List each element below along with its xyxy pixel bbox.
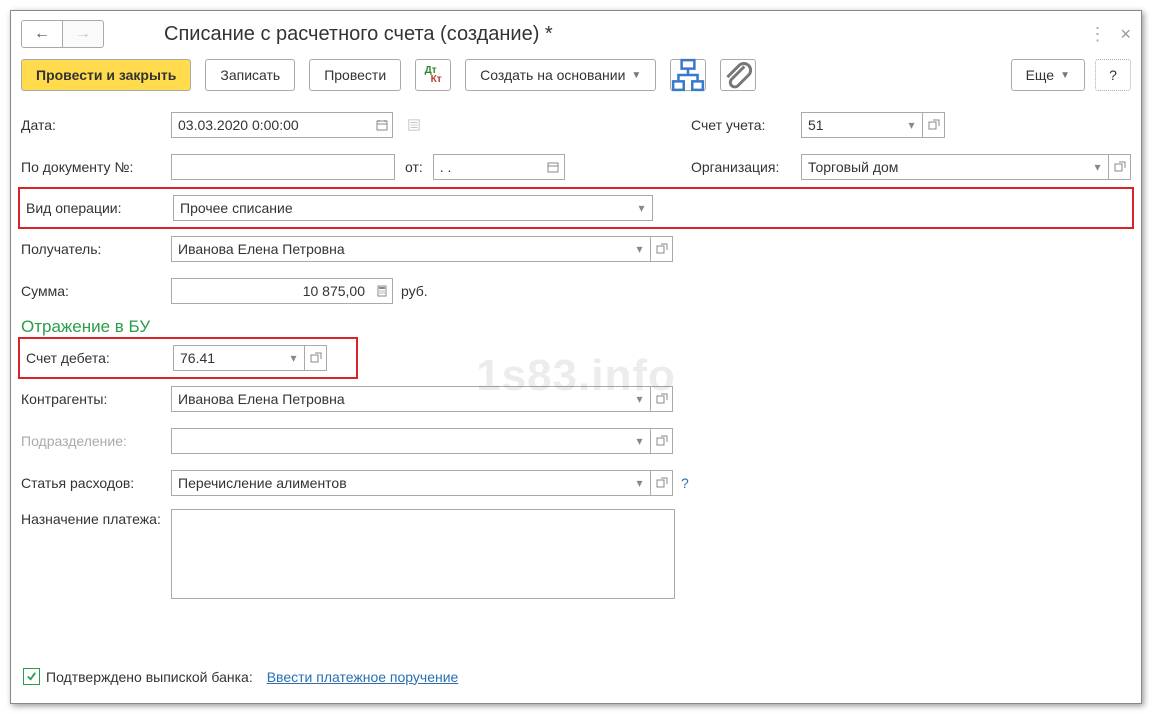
footer-row: Подтверждено выпиской банка: Ввести плат… xyxy=(23,668,458,685)
app-window: ← → Списание с расчетного счета (создани… xyxy=(10,10,1142,704)
check-icon xyxy=(26,671,37,682)
debit-acc-highlight: Счет дебета: 76.41 ▾ xyxy=(18,337,358,379)
titlebar: ← → Списание с расчетного счета (создани… xyxy=(21,19,1131,49)
date-label: Дата: xyxy=(21,117,171,133)
debit-acc-open-icon[interactable] xyxy=(305,345,327,371)
expense-open-icon[interactable] xyxy=(651,470,673,496)
recipient-input[interactable]: Иванова Елена Петровна xyxy=(171,236,629,262)
debit-acc-label: Счет дебета: xyxy=(26,350,173,366)
create-based-button[interactable]: Создать на основании▼ xyxy=(465,59,656,91)
contractor-input[interactable]: Иванова Елена Петровна xyxy=(171,386,629,412)
back-button[interactable]: ← xyxy=(21,20,63,48)
kebab-menu-icon[interactable]: ⋮ xyxy=(1088,24,1106,45)
confirmed-checkbox[interactable] xyxy=(23,668,40,685)
close-icon[interactable]: × xyxy=(1120,24,1131,45)
contractor-open-icon[interactable] xyxy=(651,386,673,412)
org-input[interactable]: Торговый дом xyxy=(801,154,1087,180)
post-and-close-button[interactable]: Провести и закрыть xyxy=(21,59,191,91)
date-input[interactable]: 03.03.2020 0:00:00 xyxy=(171,112,371,138)
recipient-label: Получатель: xyxy=(21,241,171,257)
paperclip-icon xyxy=(721,58,755,92)
op-type-highlight: Вид операции: Прочее списание ▾ xyxy=(18,187,1134,229)
account-open-icon[interactable] xyxy=(923,112,945,138)
attach-button[interactable] xyxy=(720,59,756,91)
window-title: Списание с расчетного счета (создание) * xyxy=(164,23,553,46)
purpose-textarea[interactable] xyxy=(171,509,675,599)
account-input[interactable]: 51 xyxy=(801,112,901,138)
division-dropdown[interactable]: ▾ xyxy=(629,428,651,454)
recipient-dropdown[interactable]: ▾ xyxy=(629,236,651,262)
expense-label: Статья расходов: xyxy=(21,475,171,491)
account-dropdown[interactable]: ▾ xyxy=(901,112,923,138)
contractor-label: Контрагенты: xyxy=(21,391,171,407)
calculator-icon[interactable] xyxy=(371,278,393,304)
amount-label: Сумма: xyxy=(21,283,171,299)
enter-payment-order-link[interactable]: Ввести платежное поручение xyxy=(267,669,459,685)
from-label: от: xyxy=(405,159,423,175)
docnum-label: По документу №: xyxy=(21,159,171,175)
section-bu-title: Отражение в БУ xyxy=(21,317,1131,337)
op-type-dropdown[interactable]: ▾ xyxy=(631,195,653,221)
expense-input[interactable]: Перечисление алиментов xyxy=(171,470,629,496)
confirmed-label: Подтверждено выпиской банка: xyxy=(46,669,253,685)
from-calendar-icon[interactable] xyxy=(543,154,565,180)
structure-button[interactable] xyxy=(670,59,706,91)
create-based-label: Создать на основании xyxy=(480,67,625,83)
org-label: Организация: xyxy=(691,159,801,175)
expense-dropdown[interactable]: ▾ xyxy=(629,470,651,496)
from-date-input[interactable]: . . xyxy=(433,154,543,180)
more-button[interactable]: Еще▼ xyxy=(1011,59,1085,91)
calendar-icon[interactable] xyxy=(371,112,393,138)
division-input[interactable] xyxy=(171,428,629,454)
help-hint-icon[interactable]: ? xyxy=(681,475,689,491)
amount-input[interactable]: 10 875,00 xyxy=(171,278,371,304)
org-open-icon[interactable] xyxy=(1109,154,1131,180)
list-icon[interactable] xyxy=(403,112,425,138)
org-dropdown[interactable]: ▾ xyxy=(1087,154,1109,180)
toolbar: Провести и закрыть Записать Провести ДтК… xyxy=(21,59,1131,91)
hierarchy-icon xyxy=(671,58,705,92)
dtkt-button[interactable]: ДтКт xyxy=(415,59,451,91)
post-button[interactable]: Провести xyxy=(309,59,401,91)
purpose-label: Назначение платежа: xyxy=(21,509,171,527)
forward-button[interactable]: → xyxy=(63,20,104,48)
date-input-group: 03.03.2020 0:00:00 xyxy=(171,112,393,138)
division-open-icon[interactable] xyxy=(651,428,673,454)
debit-acc-input[interactable]: 76.41 xyxy=(173,345,283,371)
op-type-input[interactable]: Прочее списание xyxy=(173,195,631,221)
save-button[interactable]: Записать xyxy=(205,59,295,91)
op-type-label: Вид операции: xyxy=(26,200,173,216)
contractor-dropdown[interactable]: ▾ xyxy=(629,386,651,412)
recipient-open-icon[interactable] xyxy=(651,236,673,262)
form-body: Дата: 03.03.2020 0:00:00 Счет учета: 51 … xyxy=(21,109,1131,599)
more-label: Еще xyxy=(1026,67,1055,83)
help-button[interactable]: ? xyxy=(1095,59,1131,91)
amount-unit: руб. xyxy=(401,283,428,299)
docnum-input[interactable] xyxy=(171,154,395,180)
account-label: Счет учета: xyxy=(691,117,801,133)
division-label: Подразделение: xyxy=(21,433,171,449)
debit-acc-dropdown[interactable]: ▾ xyxy=(283,345,305,371)
